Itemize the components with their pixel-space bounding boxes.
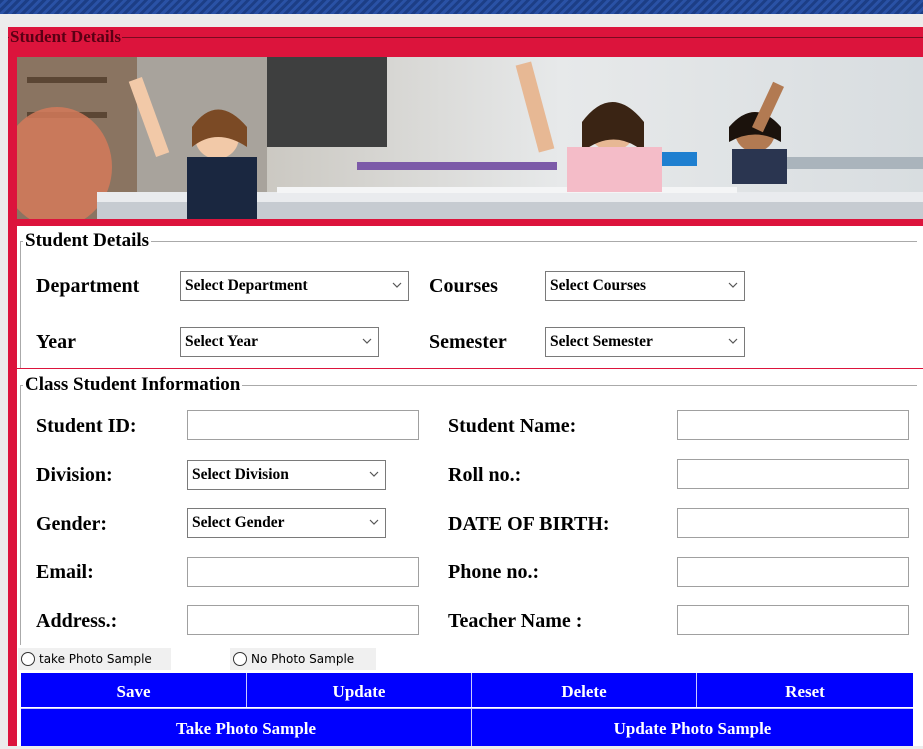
division-label: Division: — [36, 464, 113, 486]
courses-select[interactable]: Select Courses — [545, 271, 745, 301]
dob-input[interactable] — [677, 508, 909, 538]
semester-label: Semester — [429, 331, 507, 353]
teacher-name-input[interactable] — [677, 605, 909, 635]
roll-no-input[interactable] — [677, 459, 909, 489]
email-label: Email: — [36, 561, 94, 583]
courses-select-value: Select Courses — [550, 277, 646, 294]
department-select-value: Select Department — [185, 277, 308, 294]
address-input[interactable] — [187, 605, 419, 635]
take-photo-sample-radio-label: take Photo Sample — [39, 652, 152, 666]
no-photo-sample-radio-label: No Photo Sample — [251, 652, 355, 666]
update-photo-sample-button[interactable]: Update Photo Sample — [472, 708, 913, 746]
chevron-down-icon — [369, 519, 379, 525]
window-topbar — [0, 0, 923, 14]
chevron-down-icon — [362, 338, 372, 344]
year-label: Year — [36, 331, 76, 353]
delete-button[interactable]: Delete — [472, 673, 697, 707]
student-id-input[interactable] — [187, 410, 419, 440]
year-select[interactable]: Select Year — [180, 327, 379, 357]
classroom-banner-image — [17, 57, 923, 219]
division-select[interactable]: Select Division — [187, 460, 386, 490]
courses-label: Courses — [429, 275, 498, 297]
no-photo-sample-radio[interactable]: No Photo Sample — [230, 648, 376, 670]
department-select[interactable]: Select Department — [180, 271, 409, 301]
student-name-input[interactable] — [677, 410, 909, 440]
frame-title: Student Details — [9, 27, 122, 47]
department-label: Department — [36, 275, 140, 297]
frame-border-line — [8, 37, 923, 38]
student-details-border-top — [20, 241, 917, 242]
student-id-label: Student ID: — [36, 415, 137, 437]
chevron-down-icon — [392, 282, 402, 288]
division-select-value: Select Division — [192, 466, 289, 483]
chevron-down-icon — [728, 282, 738, 288]
semester-select-value: Select Semester — [550, 333, 653, 350]
gender-select[interactable]: Select Gender — [187, 508, 386, 538]
semester-select[interactable]: Select Semester — [545, 327, 745, 357]
update-button[interactable]: Update — [247, 673, 472, 707]
class-info-legend: Class Student Information — [23, 374, 243, 396]
reset-button[interactable]: Reset — [697, 673, 913, 707]
take-photo-sample-button[interactable]: Take Photo Sample — [21, 708, 472, 746]
roll-no-label: Roll no.: — [448, 464, 522, 486]
gender-label: Gender: — [36, 513, 108, 535]
save-button[interactable]: Save — [21, 673, 247, 707]
phone-label: Phone no.: — [448, 561, 540, 583]
email-input[interactable] — [187, 557, 419, 587]
chevron-down-icon — [728, 338, 738, 344]
student-details-legend: Student Details — [23, 230, 152, 252]
address-label: Address.: — [36, 610, 118, 632]
student-name-label: Student Name: — [448, 415, 577, 437]
phone-input[interactable] — [677, 557, 909, 587]
radio-circle-icon — [21, 651, 35, 666]
take-photo-sample-radio[interactable]: take Photo Sample — [18, 648, 171, 670]
radio-circle-icon — [233, 651, 247, 666]
year-select-value: Select Year — [185, 333, 259, 350]
dob-label: DATE OF BIRTH: — [448, 513, 610, 535]
class-info-border-left — [20, 385, 21, 645]
gender-select-value: Select Gender — [192, 514, 285, 531]
teacher-name-label: Teacher Name : — [448, 610, 583, 632]
classroom-illustration — [17, 57, 923, 219]
student-details-border-left — [20, 241, 21, 368]
chevron-down-icon — [369, 471, 379, 477]
